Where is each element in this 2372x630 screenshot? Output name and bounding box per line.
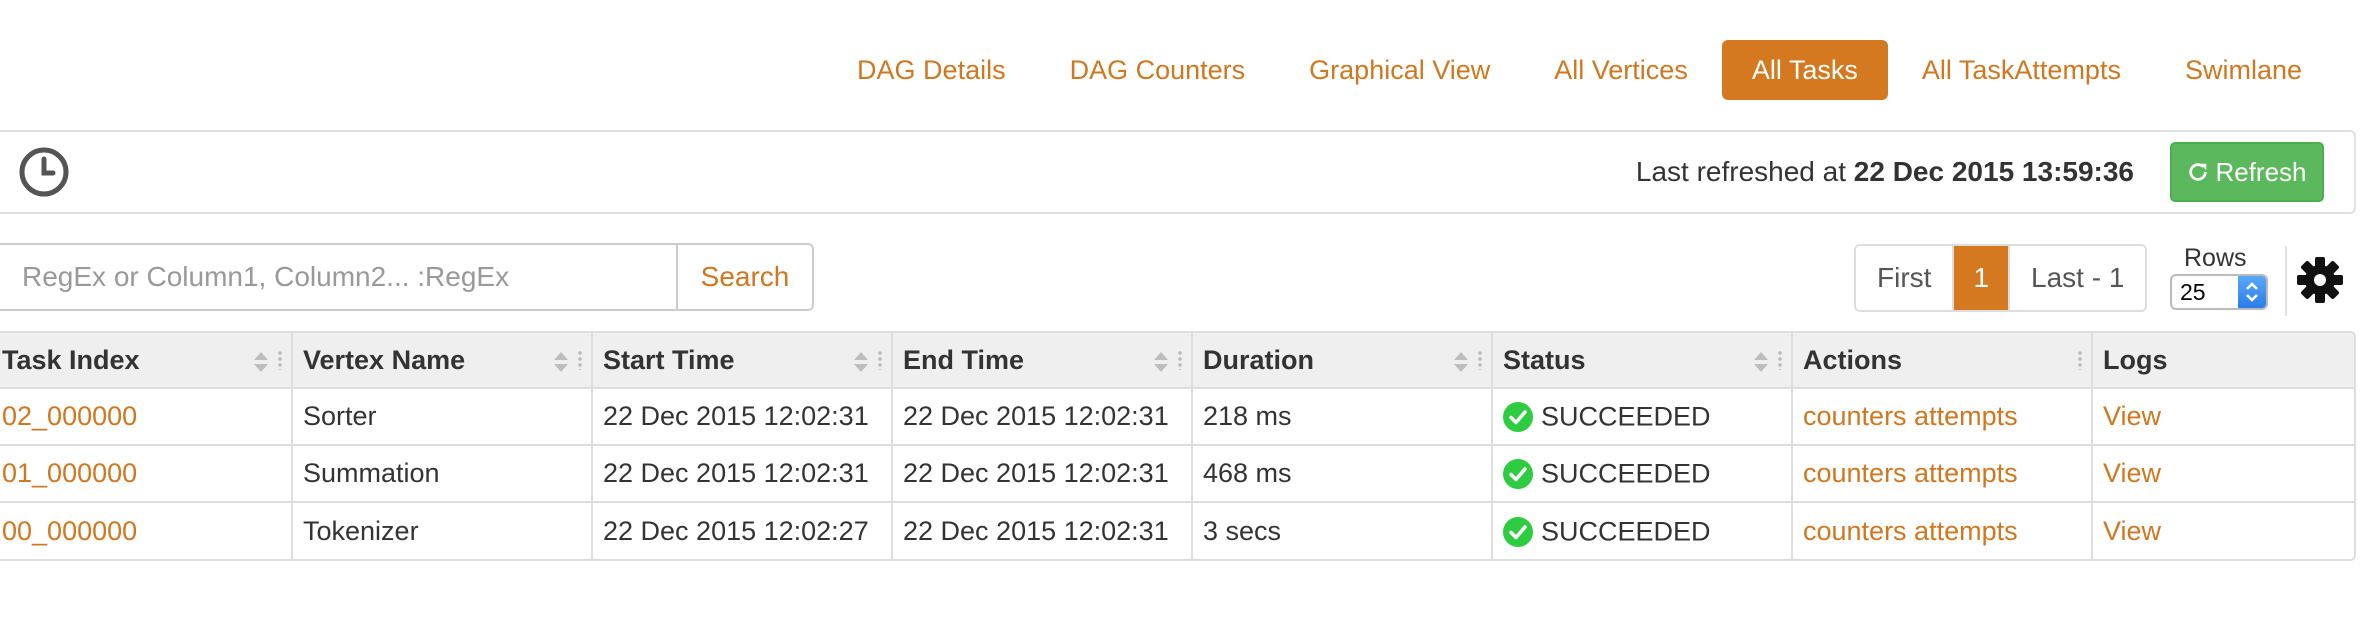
actions-links[interactable]: counters attempts	[1792, 387, 2093, 445]
rows-select-value: 25	[2180, 279, 2206, 305]
column-header-label: Task Index	[2, 344, 140, 375]
toolbar-divider	[2285, 246, 2287, 316]
tab-graphical-view[interactable]: Graphical View	[1279, 40, 1520, 100]
refresh-button-label: Refresh	[2215, 156, 2307, 187]
status-cell: SUCCEEDED	[1492, 444, 1793, 502]
tasks-table-container: Task Index Vertex Name Start Time End Ti…	[0, 331, 2356, 561]
sort-icon[interactable]	[253, 351, 269, 373]
tab-swimlane[interactable]: Swimlane	[2155, 40, 2332, 100]
tab-all-tasks[interactable]: All Tasks	[1721, 40, 1888, 100]
tasks-table: Task Index Vertex Name Start Time End Ti…	[0, 333, 2354, 559]
column-header-task-index[interactable]: Task Index	[0, 333, 293, 388]
vertex-name-cell: Tokenizer	[292, 501, 593, 559]
column-header-status[interactable]: Status	[1492, 333, 1793, 388]
last-refreshed-text: Last refreshed at 22 Dec 2015 13:59:36	[1636, 132, 2134, 212]
logs-view-link[interactable]: View	[2092, 444, 2354, 502]
duration-cell: 468 ms	[1192, 444, 1493, 502]
clock-icon[interactable]	[18, 146, 70, 198]
table-header-row: Task Index Vertex Name Start Time End Ti…	[0, 333, 2354, 388]
end-time-cell: 22 Dec 2015 12:02:31	[892, 387, 1193, 445]
last-refreshed-timestamp: 22 Dec 2015 13:59:36	[1853, 156, 2134, 187]
refresh-panel: Last refreshed at 22 Dec 2015 13:59:36 R…	[0, 130, 2356, 214]
gear-icon[interactable]	[2295, 255, 2345, 305]
column-header-label: Actions	[1803, 344, 1903, 375]
vertex-name-cell: Sorter	[292, 387, 593, 445]
sort-icon[interactable]	[553, 351, 569, 373]
column-header-label: Vertex Name	[303, 344, 466, 375]
rows-label: Rows	[2184, 244, 2247, 272]
column-header-duration[interactable]: Duration	[1192, 333, 1493, 388]
sort-icon[interactable]	[1453, 351, 1469, 373]
select-arrows-icon	[2238, 276, 2266, 308]
sort-icon[interactable]	[1153, 351, 1169, 373]
table-row: 00_000000 Tokenizer 22 Dec 2015 12:02:27…	[0, 501, 2354, 559]
status-text: SUCCEEDED	[1541, 401, 1711, 432]
column-resize-handle[interactable]	[2077, 350, 2083, 370]
tab-all-vertices[interactable]: All Vertices	[1524, 40, 1718, 100]
pagination-last[interactable]: Last - 1	[2010, 246, 2146, 310]
table-row: 02_000000 Sorter 22 Dec 2015 12:02:31 22…	[0, 387, 2354, 445]
last-refreshed-prefix: Last refreshed at	[1635, 156, 1854, 187]
tab-dag-details[interactable]: DAG Details	[827, 40, 1036, 100]
check-circle-icon	[1503, 459, 1533, 490]
column-header-label: End Time	[903, 344, 1025, 375]
tab-dag-counters[interactable]: DAG Counters	[1040, 40, 1276, 100]
logs-view-link[interactable]: View	[2092, 387, 2354, 445]
actions-links[interactable]: counters attempts	[1792, 501, 2093, 559]
task-index-link[interactable]: 01_000000	[0, 444, 293, 502]
column-header-vertex-name[interactable]: Vertex Name	[292, 333, 593, 388]
refresh-icon	[2189, 163, 2208, 181]
end-time-cell: 22 Dec 2015 12:02:31	[892, 444, 1193, 502]
status-text: SUCCEEDED	[1541, 516, 1711, 547]
pagination-current-page[interactable]: 1	[1952, 246, 2011, 310]
vertex-name-cell: Summation	[292, 444, 593, 502]
check-circle-icon	[1503, 402, 1533, 433]
column-header-label: Logs	[2103, 344, 2168, 375]
rows-select[interactable]: 25	[2170, 274, 2268, 310]
search-box: Search	[0, 243, 814, 311]
column-resize-handle[interactable]	[1477, 350, 1483, 370]
logs-view-link[interactable]: View	[2092, 501, 2354, 559]
search-input[interactable]	[0, 243, 676, 311]
start-time-cell: 22 Dec 2015 12:02:31	[592, 387, 893, 445]
duration-cell: 218 ms	[1192, 387, 1493, 445]
refresh-button[interactable]: Refresh	[2170, 142, 2324, 202]
status-text: SUCCEEDED	[1541, 458, 1711, 489]
column-header-logs: Logs	[2092, 333, 2354, 388]
task-index-link[interactable]: 02_000000	[0, 387, 293, 445]
status-cell: SUCCEEDED	[1492, 501, 1793, 559]
column-header-end-time[interactable]: End Time	[892, 333, 1193, 388]
dag-nav-tabs: DAG Details DAG Counters Graphical View …	[823, 40, 2332, 100]
pagination: First 1 Last - 1	[1854, 244, 2148, 312]
column-resize-handle[interactable]	[277, 350, 283, 370]
end-time-cell: 22 Dec 2015 12:02:31	[892, 501, 1193, 559]
sort-icon[interactable]	[1753, 351, 1769, 373]
column-header-label: Duration	[1203, 344, 1314, 375]
table-row: 01_000000 Summation 22 Dec 2015 12:02:31…	[0, 444, 2354, 502]
status-cell: SUCCEEDED	[1492, 387, 1793, 445]
start-time-cell: 22 Dec 2015 12:02:31	[592, 444, 893, 502]
pagination-first[interactable]: First	[1856, 246, 1953, 310]
column-resize-handle[interactable]	[577, 350, 583, 370]
column-resize-handle[interactable]	[1777, 350, 1783, 370]
actions-links[interactable]: counters attempts	[1792, 444, 2093, 502]
column-header-label: Start Time	[603, 344, 735, 375]
task-index-link[interactable]: 00_000000	[0, 501, 293, 559]
search-button[interactable]: Search	[676, 243, 814, 311]
start-time-cell: 22 Dec 2015 12:02:27	[592, 501, 893, 559]
column-resize-handle[interactable]	[1177, 350, 1183, 370]
column-resize-handle[interactable]	[877, 350, 883, 370]
tab-all-taskattempts[interactable]: All TaskAttempts	[1892, 40, 2151, 100]
duration-cell: 3 secs	[1192, 501, 1493, 559]
column-header-start-time[interactable]: Start Time	[592, 333, 893, 388]
check-circle-icon	[1503, 516, 1533, 547]
column-header-label: Status	[1503, 344, 1586, 375]
sort-icon[interactable]	[853, 351, 869, 373]
column-header-actions: Actions	[1792, 333, 2093, 388]
